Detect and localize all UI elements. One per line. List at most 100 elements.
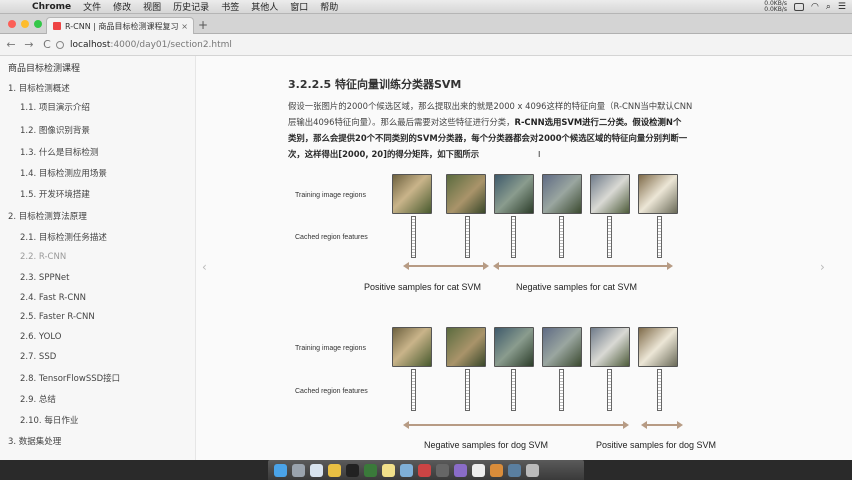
battery-icon[interactable]: [794, 3, 805, 11]
feature-vector-4-bottom: [559, 369, 564, 411]
menu-item-history[interactable]: 历史记录: [173, 0, 209, 13]
tab-close-icon[interactable]: ×: [181, 22, 188, 31]
toc-section-2-3[interactable]: 2.3. SPPNet: [20, 273, 70, 283]
toc-section-2-8[interactable]: 2.8. TensorFlowSSD接口: [20, 372, 120, 384]
window-controls: [8, 20, 42, 28]
region-image-cat-1: [392, 174, 432, 214]
trash-icon[interactable]: [526, 463, 539, 477]
finder-icon[interactable]: [274, 463, 287, 477]
feature-vector-3: [511, 216, 516, 258]
menu-item-help[interactable]: 帮助: [320, 0, 338, 13]
minimize-window-icon[interactable]: [21, 20, 29, 28]
url-path: :4000/day01/section2.html: [110, 40, 232, 50]
wifi-icon[interactable]: ◠: [811, 2, 819, 12]
dog-negative-range-arrow: [403, 421, 629, 429]
preview-icon[interactable]: [400, 463, 413, 477]
app-icon-4[interactable]: [490, 463, 503, 477]
figure-label-features-bottom: Cached region features: [295, 388, 368, 395]
toc-section-2-10[interactable]: 2.10. 每日作业: [20, 414, 78, 426]
region-image-cat-2-bottom: [446, 327, 486, 367]
sidebar: 商品目标检测课程 1. 目标检测概述 1.1. 项目演示介绍 1.2. 图像识别…: [0, 56, 196, 460]
network-speed: 0.0KB/s 0.0KB/s: [764, 1, 787, 13]
toc-chapter-3[interactable]: 3. 数据集处理: [8, 435, 61, 447]
menu-item-file[interactable]: 文件: [83, 0, 101, 13]
toc-chapter-1[interactable]: 1. 目标检测概述: [8, 82, 70, 94]
menu-item-view[interactable]: 视图: [143, 0, 161, 13]
tab-rcnn[interactable]: R-CNN | 商品目标检测课程复习 ×: [46, 17, 194, 34]
feature-vector-4: [559, 216, 564, 258]
cat-positive-caption: Positive samples for cat SVM: [364, 282, 482, 292]
region-image-dog-1-bottom: [590, 327, 630, 367]
region-image-dog-2: [638, 174, 678, 214]
cat-negative-range-arrow: [493, 262, 673, 270]
paragraph-line-2b: R-CNN选用SVM进行二分类。假设检测N个: [514, 117, 682, 127]
feature-vector-1-bottom: [411, 369, 416, 411]
toc-section-1-5[interactable]: 1.5. 开发环境搭建: [20, 188, 90, 200]
site-info-icon[interactable]: [56, 41, 64, 49]
menu-item-window[interactable]: 窗口: [290, 0, 308, 13]
toc-section-2-4[interactable]: 2.4. Fast R-CNN: [20, 293, 86, 303]
toc-section-1-1[interactable]: 1.1. 项目演示介绍: [20, 101, 90, 113]
pycharm-icon[interactable]: [364, 463, 377, 477]
safari-icon[interactable]: [310, 463, 323, 477]
toc-section-2-2[interactable]: 2.2. R-CNN: [20, 252, 66, 262]
apple-icon[interactable]: [10, 2, 22, 12]
textedit-icon[interactable]: [472, 463, 485, 477]
dog-negative-caption: Negative samples for dog SVM: [424, 440, 549, 450]
region-image-bg-2: [542, 174, 582, 214]
terminal-icon[interactable]: [346, 463, 359, 477]
cat-positive-range-arrow: [403, 262, 489, 270]
toc-section-1-2[interactable]: 1.2. 图像识别背景: [20, 124, 90, 136]
toc-chapter-2[interactable]: 2. 目标检测算法原理: [8, 210, 87, 222]
section-heading: 3.2.2.5 特征向量训练分类器SVM: [288, 78, 462, 91]
app-icon-3[interactable]: [454, 463, 467, 477]
region-image-cat-1-bottom: [392, 327, 432, 367]
app-icon-1[interactable]: [418, 463, 431, 477]
menu-app-name[interactable]: Chrome: [32, 2, 71, 12]
status-area: 0.0KB/s 0.0KB/s ◠ ⌕ ☰: [764, 0, 846, 14]
app-icon-5[interactable]: [508, 463, 521, 477]
region-image-bg-1-bottom: [494, 327, 534, 367]
back-button[interactable]: ←: [4, 38, 18, 51]
region-image-dog-1: [590, 174, 630, 214]
new-tab-button[interactable]: +: [198, 18, 208, 32]
address-bar[interactable]: localhost :4000/day01/section2.html: [56, 37, 756, 53]
feature-vector-6: [657, 216, 662, 258]
paragraph-line-4: 次，这样得出[2000, 20]的得分矩阵，如下图所示: [288, 149, 480, 159]
url-host: localhost: [70, 40, 111, 50]
menu-item-edit[interactable]: 修改: [113, 0, 131, 13]
dog-positive-caption: Positive samples for dog SVM: [596, 440, 717, 450]
toc-section-2-6[interactable]: 2.6. YOLO: [20, 332, 61, 342]
menu-item-bookmarks[interactable]: 书签: [221, 0, 239, 13]
page: 商品目标检测课程 1. 目标检测概述 1.1. 项目演示介绍 1.2. 图像识别…: [0, 56, 852, 460]
chrome-icon[interactable]: [328, 463, 341, 477]
launchpad-icon[interactable]: [292, 463, 305, 477]
toc-section-2-1[interactable]: 2.1. 目标检测任务描述: [20, 231, 107, 243]
toc-section-2-9[interactable]: 2.9. 总结: [20, 393, 56, 405]
toc-section-2-7[interactable]: 2.7. SSD: [20, 352, 56, 362]
figure-label-regions-bottom: Training image regions: [295, 345, 366, 352]
feature-vector-6-bottom: [657, 369, 662, 411]
menu-item-people[interactable]: 其他人: [251, 0, 278, 13]
figure-label-features-top: Cached region features: [295, 234, 368, 241]
forward-button[interactable]: →: [22, 38, 36, 51]
reload-button[interactable]: C: [40, 38, 54, 51]
search-icon[interactable]: ⌕: [826, 2, 831, 12]
feature-vector-2-bottom: [465, 369, 470, 411]
toc-section-1-3[interactable]: 1.3. 什么是目标检测: [20, 146, 98, 158]
mouse-cursor-icon: Ⅰ: [538, 150, 541, 159]
close-window-icon[interactable]: [8, 20, 16, 28]
app-icon-2[interactable]: [436, 463, 449, 477]
previous-page-arrow[interactable]: ‹: [202, 260, 207, 274]
toc-section-2-5[interactable]: 2.5. Faster R-CNN: [20, 312, 95, 322]
next-page-arrow[interactable]: ›: [820, 260, 825, 274]
menu-list-icon[interactable]: ☰: [838, 2, 846, 12]
feature-vector-5: [607, 216, 612, 258]
sidebar-brand[interactable]: 商品目标检测课程: [8, 61, 80, 74]
zoom-window-icon[interactable]: [34, 20, 42, 28]
paragraph-line-1: 假设一张图片的2000个候选区域，那么提取出来的就是2000 x 4096这样的…: [288, 101, 693, 111]
figure-label-regions-top: Training image regions: [295, 192, 366, 199]
toc-section-1-4[interactable]: 1.4. 目标检测应用场景: [20, 167, 107, 179]
notes-icon[interactable]: [382, 463, 395, 477]
browser-toolbar: ← → C localhost :4000/day01/section2.htm…: [0, 34, 852, 85]
